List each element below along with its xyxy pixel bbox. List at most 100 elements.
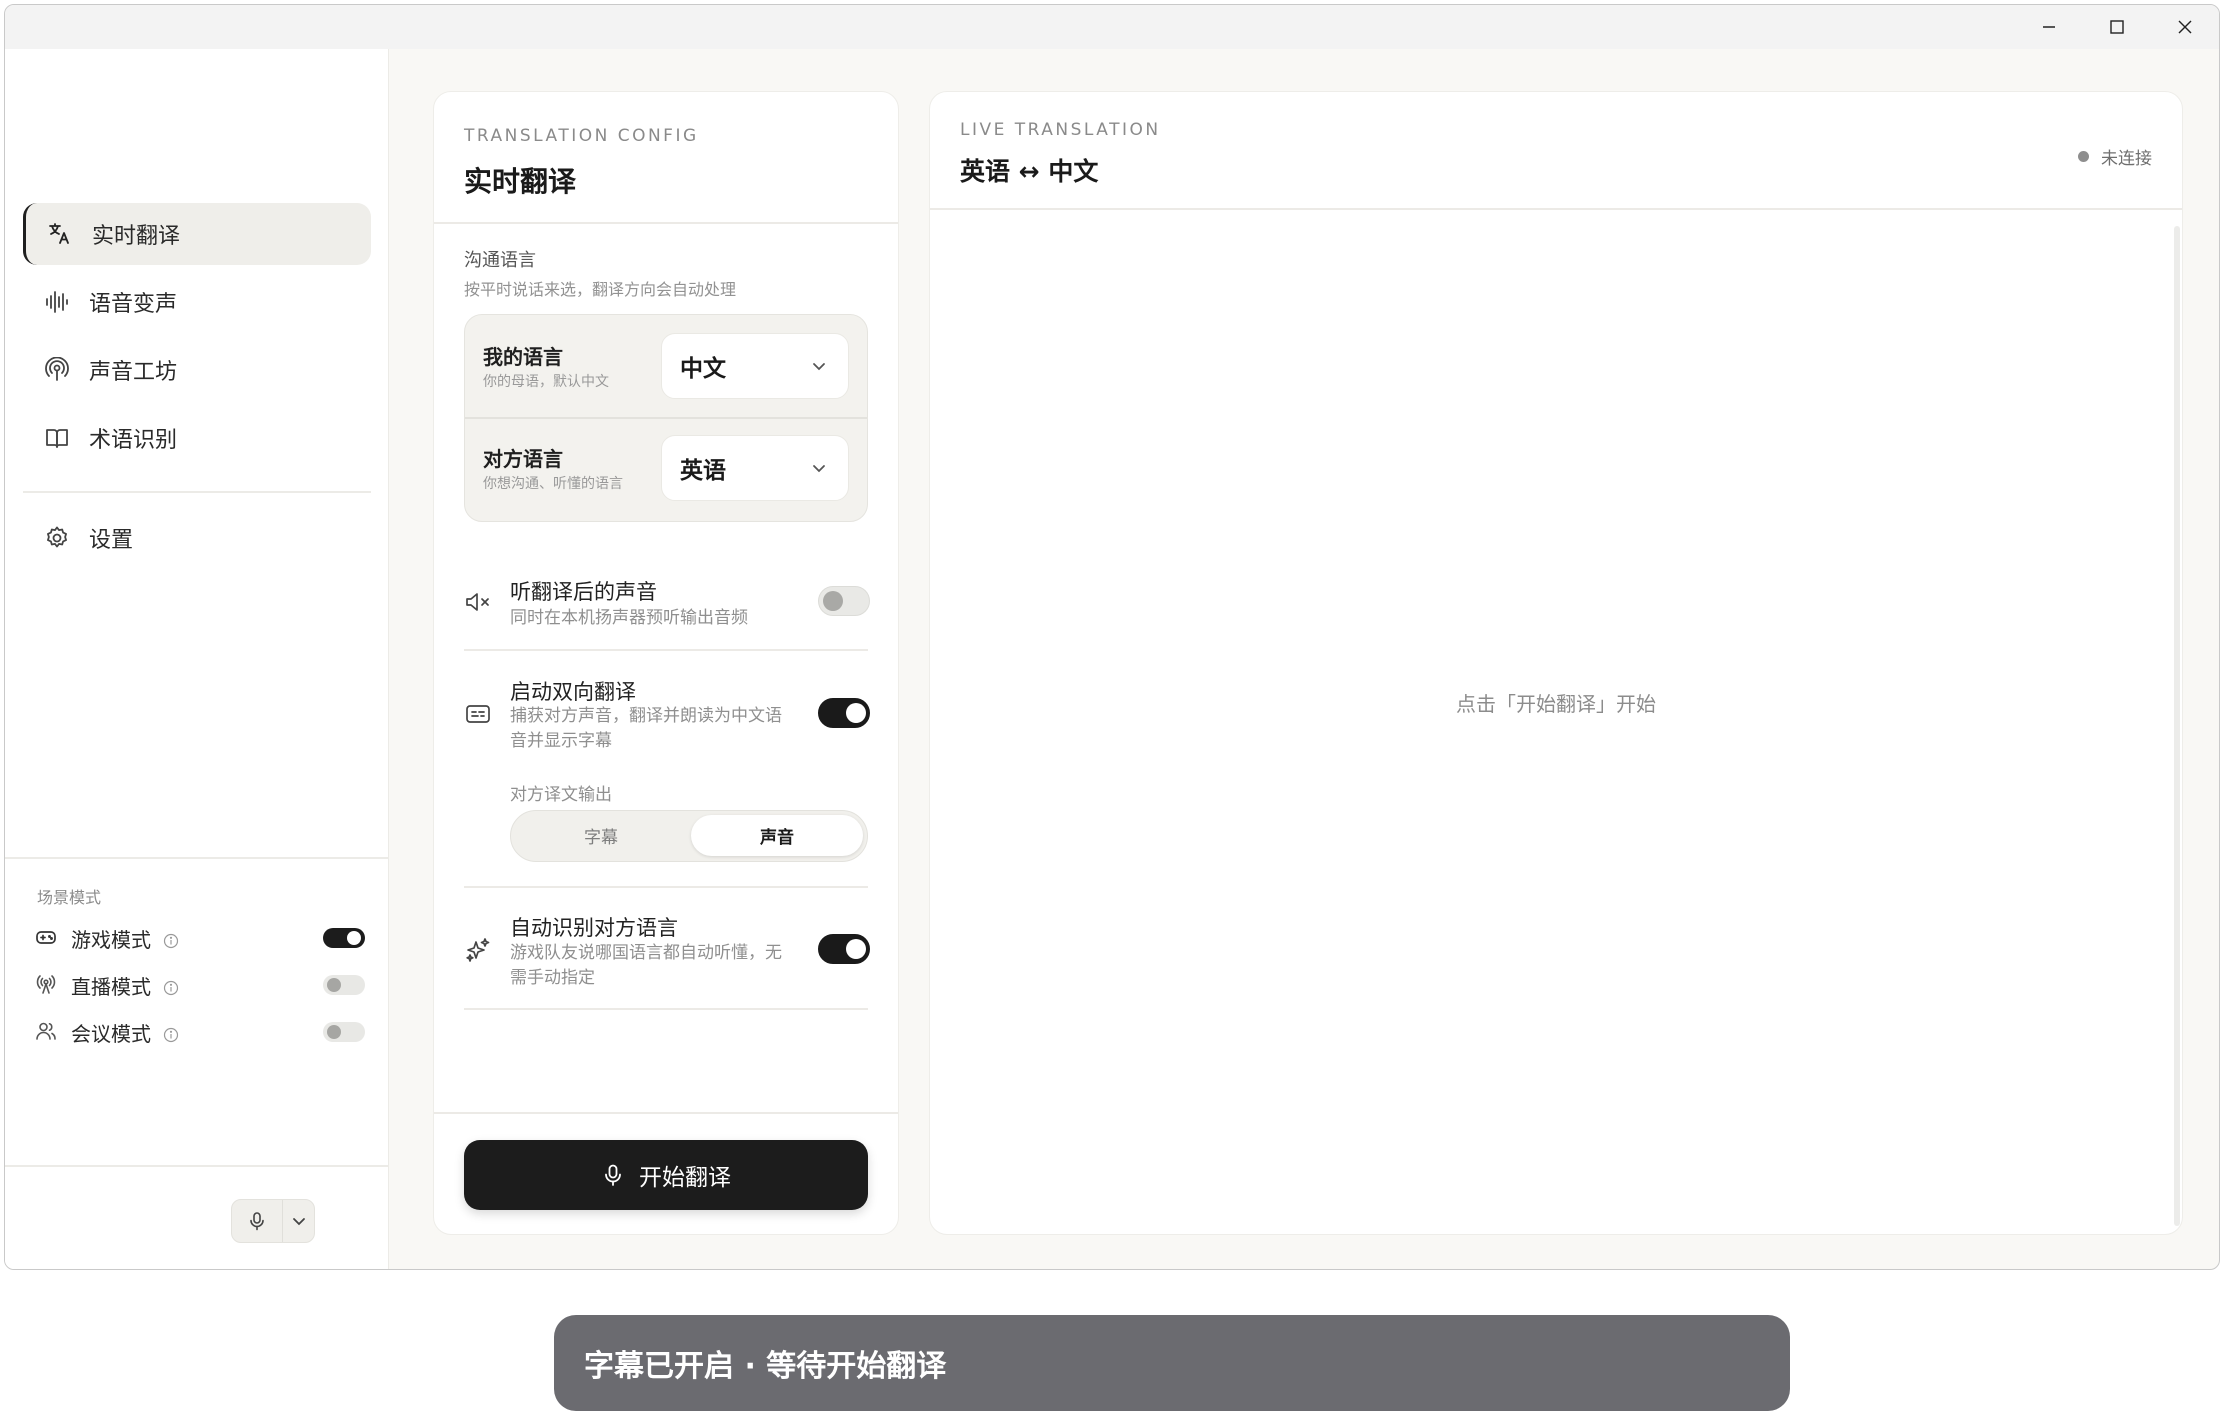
their-language-label: 对方语言 [483,447,563,471]
mic-dropdown-button[interactable] [283,1200,314,1242]
sidebar-item-label: 实时翻译 [92,224,181,249]
info-icon[interactable] [163,977,179,996]
live-language-pair: 英语 ↔ 中文 [960,157,1099,186]
sidebar-item-label: 语音变声 [89,292,178,317]
section-subtitle: 按平时说话来选，翻译方向会自动处理 [464,280,737,299]
live-translation-panel: LIVE TRANSLATION 英语 ↔ 中文 未连接 点击「开始翻译」开始 [929,91,2183,1235]
listen-toggle[interactable] [818,586,870,616]
app-window: 实时翻译 语音变声 声音工坊 术语识别 设置 场景模式 游戏模式 直播模式 会议… [4,4,2220,1270]
option-divider [464,649,868,651]
live-mode-toggle[interactable] [323,975,365,995]
sidebar-item-sound-workshop[interactable]: 声音工坊 [23,339,371,401]
option-divider [464,886,868,888]
sparkles-icon [464,936,494,966]
sidebar-divider [23,491,371,493]
maximize-button[interactable] [2083,5,2151,49]
bidirectional-option-title: 启动双向翻译 [510,680,636,704]
maximize-icon [2110,20,2124,34]
waveform-icon [43,288,71,316]
sidebar-item-label: 术语识别 [89,428,178,453]
output-mode-segmented-control: 字幕 声音 [510,810,868,862]
chevron-down-icon [813,465,825,473]
their-language-subtitle: 你想沟通、听懂的语言 [483,476,623,492]
scene-row-live: 直播模式 [35,968,365,1002]
scene-mode-title: 场景模式 [37,888,102,907]
sidebar-item-label: 设置 [89,528,134,553]
close-button[interactable] [2151,5,2219,49]
scene-label: 直播模式 [71,974,151,999]
subtitles-icon [464,700,494,730]
my-language-value: 中文 [680,356,726,382]
status-dot [2078,151,2089,162]
mic-button[interactable] [232,1200,284,1242]
translate-icon [46,220,74,248]
sidebar: 实时翻译 语音变声 声音工坊 术语识别 设置 场景模式 游戏模式 直播模式 会议… [5,49,389,1269]
microphone-icon [605,1164,621,1186]
scene-row-game: 游戏模式 [35,921,365,955]
section-title: 沟通语言 [464,250,536,271]
title-bar [5,5,2219,49]
auto-detect-option-subtitle-1: 游戏队友说哪国语言都自动听懂，无 [510,943,782,963]
option-divider [464,1008,868,1010]
their-language-row: 对方语言 你想沟通、听懂的语言 英语 [465,419,867,522]
listen-option-subtitle: 同时在本机扬声器预听输出音频 [510,608,748,628]
microphone-icon [250,1212,264,1231]
podcast-icon [43,356,71,384]
connection-status: 未连接 [2078,144,2152,169]
scrollbar[interactable] [2174,226,2180,1226]
book-icon [43,424,71,452]
scene-divider [5,857,389,859]
their-language-select[interactable]: 英语 [661,435,849,501]
toast-notification: 字幕已开启 · 等待开始翻译 [554,1315,1790,1411]
auto-detect-toggle[interactable] [818,934,870,964]
my-language-row: 我的语言 你的母语，默认中文 中文 [465,315,867,418]
close-icon [2178,20,2192,34]
config-title: 实时翻译 [464,165,577,198]
sidebar-item-realtime-translation[interactable]: 实时翻译 [23,203,371,265]
my-language-label: 我的语言 [483,345,563,369]
config-header-divider [434,222,898,224]
start-translation-label: 开始翻译 [639,1165,731,1191]
minimize-icon [2043,26,2055,28]
sidebar-item-term-recognition[interactable]: 术语识别 [23,407,371,469]
sidebar-item-label: 声音工坊 [89,360,178,385]
minimize-button[interactable] [2015,5,2083,49]
bidirectional-toggle[interactable] [818,698,870,728]
scene-label: 会议模式 [71,1021,151,1046]
game-mode-toggle[interactable] [323,928,365,948]
config-eyebrow: TRANSLATION CONFIG [464,126,699,146]
sidebar-item-settings[interactable]: 设置 [23,507,371,569]
chevron-down-icon [813,363,825,371]
output-voice-option[interactable]: 声音 [691,815,863,856]
output-label: 对方译文输出 [510,785,612,805]
my-language-select[interactable]: 中文 [661,333,849,399]
live-header-divider [930,208,2182,210]
language-selector-box: 我的语言 你的母语，默认中文 中文 对方语言 你想沟通、听懂的语言 英语 [464,314,868,522]
meeting-mode-toggle[interactable] [323,1022,365,1042]
output-subtitle-option[interactable]: 字幕 [515,815,687,856]
status-label: 未连接 [2101,149,2152,169]
auto-detect-option-subtitle-2: 需手动指定 [510,968,595,988]
toast-message: 字幕已开启 · 等待开始翻译 [584,1349,947,1384]
gear-icon [43,524,71,552]
live-eyebrow: LIVE TRANSLATION [960,120,1161,140]
scene-label: 游戏模式 [71,927,151,952]
start-translation-button[interactable]: 开始翻译 [464,1140,868,1210]
empty-state-hint: 点击「开始翻译」开始 [1456,692,1656,716]
listen-option-title: 听翻译后的声音 [510,580,657,604]
my-language-subtitle: 你的母语，默认中文 [483,374,609,390]
gamepad-icon [35,926,59,950]
translation-config-panel: TRANSLATION CONFIG 实时翻译 沟通语言 按平时说话来选，翻译方… [433,91,899,1235]
mic-device-selector [231,1199,315,1243]
scene-row-meeting: 会议模式 [35,1015,365,1049]
footer-divider [434,1112,898,1114]
sidebar-item-voice-changer[interactable]: 语音变声 [23,271,371,333]
auto-detect-option-title: 自动识别对方语言 [510,916,678,940]
their-language-value: 英语 [680,458,726,484]
info-icon[interactable] [163,930,179,949]
chevron-down-icon [292,1218,305,1226]
bidirectional-option-subtitle-2: 音并显示字幕 [510,731,612,751]
info-icon[interactable] [163,1024,179,1043]
bidirectional-option-subtitle-1: 捕获对方声音，翻译并朗读为中文语 [510,706,782,726]
footer-divider [5,1165,389,1167]
